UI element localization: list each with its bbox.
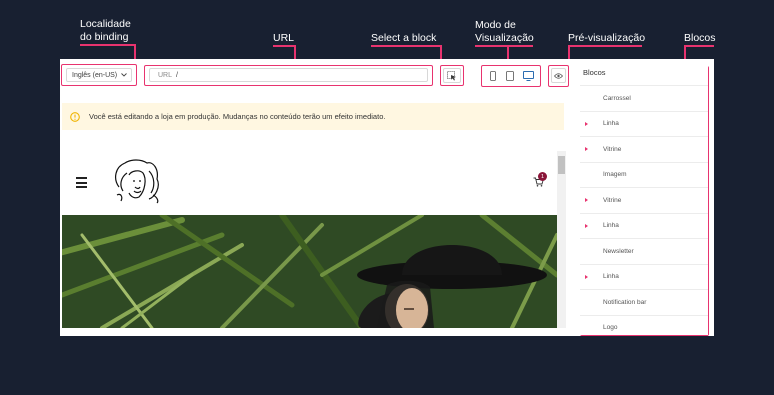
production-warning: Você está editando a loja em produção. M…	[62, 103, 564, 130]
block-list: Carrossel Linha Vitrine Imagem Vitrine Linha N…	[580, 86, 708, 335]
url-input[interactable]: URL /	[149, 68, 428, 82]
callout-underline	[475, 45, 533, 47]
block-list-item[interactable]: Linha	[580, 112, 708, 137]
device-phone-button[interactable]	[486, 68, 500, 83]
block-list-item[interactable]: Logo	[580, 316, 708, 336]
block-list-item-label: Carrossel	[603, 94, 631, 102]
expand-arrow-icon[interactable]	[585, 223, 588, 228]
block-list-item-label: Notification bar	[603, 298, 647, 306]
block-list-item-label: Linha	[603, 120, 619, 128]
expand-arrow-icon[interactable]	[585, 121, 588, 126]
callout-select-block: Select a block	[371, 32, 437, 44]
device-tablet-button[interactable]	[503, 68, 517, 83]
expand-arrow-icon[interactable]	[585, 274, 588, 279]
block-list-item[interactable]: Notification bar	[580, 290, 708, 316]
block-list-item[interactable]: Vitrine	[580, 188, 708, 214]
eye-icon	[554, 72, 563, 79]
phone-icon	[490, 70, 496, 81]
preview-scrollbar[interactable]	[557, 151, 566, 328]
chevron-down-icon	[121, 73, 127, 77]
callout-url: URL	[273, 32, 295, 44]
store-logo-icon[interactable]	[109, 157, 165, 205]
callout-blocks: Blocos	[684, 32, 716, 44]
desktop-icon	[522, 70, 534, 81]
block-list-item-label: Vitrine	[603, 145, 622, 153]
select-block-button[interactable]	[443, 68, 461, 83]
expand-arrow-icon[interactable]	[585, 147, 588, 152]
cursor-select-icon	[447, 70, 456, 80]
block-list-item[interactable]: Linha	[580, 265, 708, 290]
expand-arrow-icon[interactable]	[585, 198, 588, 203]
block-list-item-label: Linha	[603, 273, 619, 281]
block-list-item-label: Newsletter	[603, 247, 634, 255]
block-list-item[interactable]: Imagem	[580, 163, 708, 188]
callout-underline	[273, 45, 295, 47]
block-list-item[interactable]: Linha	[580, 214, 708, 239]
hamburger-menu-icon[interactable]	[76, 177, 87, 188]
locale-value: Inglês (en-US)	[72, 71, 118, 79]
blocks-panel: Blocos Carrossel Linha Vitrine Imagem Vitrin…	[580, 66, 708, 335]
callout-view-mode: Modo de Visualização	[475, 19, 534, 44]
callout-preview: Pré-visualização	[568, 32, 646, 44]
block-list-item[interactable]: Carrossel	[580, 86, 708, 112]
warning-text: Você está editando a loja em produção. M…	[89, 112, 386, 121]
block-list-item-label: Vitrine	[603, 196, 622, 204]
store-preview[interactable]: 1	[62, 151, 566, 328]
tablet-icon	[506, 70, 514, 81]
device-desktop-button[interactable]	[520, 68, 536, 83]
hero-image	[62, 215, 557, 328]
callout-binding-locale: Localidade do binding	[80, 18, 131, 43]
preview-scrollbar-thumb[interactable]	[558, 156, 565, 174]
block-list-item-label: Linha	[603, 222, 619, 230]
warning-icon	[70, 111, 80, 122]
callout-underline	[80, 44, 135, 46]
callout-underline	[371, 45, 441, 47]
url-prefix: URL	[158, 71, 173, 79]
callout-underline	[568, 45, 642, 47]
block-list-item-label: Logo	[603, 324, 618, 332]
block-list-item[interactable]: Newsletter	[580, 239, 708, 265]
block-list-item[interactable]: Vitrine	[580, 137, 708, 163]
preview-button[interactable]	[551, 68, 566, 83]
blocks-panel-title: Blocos	[580, 66, 708, 86]
locale-select[interactable]: Inglês (en-US)	[66, 68, 132, 82]
callout-underline	[684, 45, 714, 47]
cart-count-badge: 1	[538, 172, 547, 181]
block-list-item-label: Imagem	[603, 171, 627, 179]
url-value: /	[176, 71, 178, 79]
